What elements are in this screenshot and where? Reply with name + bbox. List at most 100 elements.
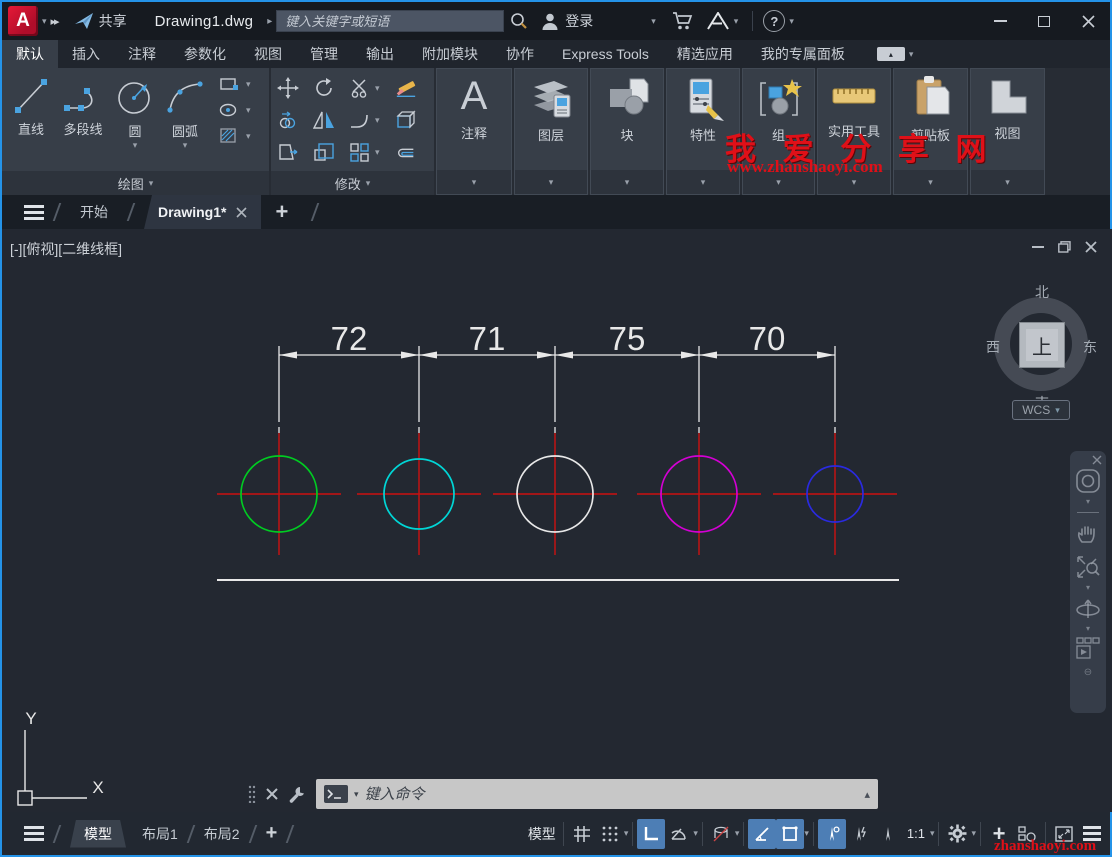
modify-panel-footer[interactable]: 修改▾ xyxy=(271,171,434,195)
drawing-canvas[interactable]: [-][俯视][二维线框] 北 西 东 南 上 WCS ▾ xyxy=(4,229,1112,812)
app-menu-caret-icon[interactable]: ▾ xyxy=(42,16,47,27)
ribbon-tab-insert[interactable]: 插入 xyxy=(58,40,114,68)
explode-button[interactable] xyxy=(395,110,417,130)
array-button[interactable] xyxy=(349,142,371,162)
object-snap-toggle[interactable] xyxy=(776,819,804,849)
drawing1-tab[interactable]: Drawing1* xyxy=(144,195,261,229)
customization-plus-button[interactable]: + xyxy=(985,819,1013,849)
view-panel-expand[interactable]: ▾ xyxy=(971,170,1044,194)
autodesk-logo-icon[interactable] xyxy=(706,9,730,33)
ribbon-tab-annotate[interactable]: 注释 xyxy=(114,40,170,68)
polar-dropdown-icon[interactable]: ▾ xyxy=(693,828,698,839)
annotate-panel-expand[interactable]: ▾ xyxy=(437,170,511,194)
layout2-tab[interactable]: 布局2 xyxy=(204,824,240,844)
ellipse-dropdown-icon[interactable]: ▾ xyxy=(246,105,251,116)
utilities-panel-button[interactable]: 实用工具 ▾ xyxy=(817,68,891,195)
command-close-icon[interactable] xyxy=(266,788,278,800)
osnap-dropdown-icon[interactable]: ▾ xyxy=(804,828,809,839)
ortho-toggle[interactable] xyxy=(637,819,665,849)
block-panel-expand[interactable]: ▾ xyxy=(591,170,663,194)
model-layout-tab[interactable]: 模型 xyxy=(70,820,126,848)
hatch-dropdown-icon[interactable]: ▾ xyxy=(246,131,251,142)
view-panel-button[interactable]: 视图 ▾ xyxy=(970,68,1045,195)
ribbon-tab-addins[interactable]: 附加模块 xyxy=(408,40,492,68)
utilities-panel-expand[interactable]: ▾ xyxy=(818,170,890,194)
close-tab-icon[interactable] xyxy=(236,207,247,218)
snap-toggle[interactable] xyxy=(596,819,624,849)
customize-statusbar-icon[interactable] xyxy=(1078,819,1106,849)
start-tab[interactable]: 开始 xyxy=(80,202,108,222)
search-icon[interactable] xyxy=(510,9,528,33)
customize-wrench-icon[interactable] xyxy=(288,785,306,803)
search-input[interactable] xyxy=(276,10,504,32)
groups-panel-expand[interactable]: ▾ xyxy=(743,170,814,194)
cart-icon[interactable] xyxy=(672,9,694,33)
rectangle-button[interactable] xyxy=(218,74,240,94)
ribbon-tab-manage[interactable]: 管理 xyxy=(296,40,352,68)
scale-button[interactable] xyxy=(313,142,335,162)
ribbon-collapse-button[interactable]: ▴ ▾ xyxy=(877,40,918,68)
close-button[interactable] xyxy=(1066,6,1110,36)
signin-label[interactable]: 登录 xyxy=(565,11,593,31)
share-icon[interactable] xyxy=(74,9,94,33)
help-caret-icon[interactable]: ▾ xyxy=(789,16,794,27)
clipboard-panel-button[interactable]: 剪贴板 ▾ xyxy=(893,68,968,195)
annotation-scale-value[interactable]: 1:1 xyxy=(902,819,930,849)
draw-panel-footer[interactable]: 绘图▾ xyxy=(2,171,269,195)
isodraft-toggle[interactable] xyxy=(707,819,735,849)
user-avatar-icon[interactable] xyxy=(540,9,560,33)
share-label[interactable]: 共享 xyxy=(99,11,127,31)
model-space-toggle[interactable]: 模型 xyxy=(525,819,559,849)
polar-tracking-toggle[interactable] xyxy=(665,819,693,849)
layout-menu-icon[interactable] xyxy=(24,826,44,841)
arc-dropdown-icon[interactable]: ▾ xyxy=(183,140,188,151)
ribbon-tab-output[interactable]: 输出 xyxy=(352,40,408,68)
snap-dropdown-icon[interactable]: ▾ xyxy=(624,828,629,839)
trim-button[interactable] xyxy=(349,78,371,98)
ribbon-collapse-caret-icon[interactable]: ▾ xyxy=(909,49,914,60)
rectangle-dropdown-icon[interactable]: ▾ xyxy=(246,79,251,90)
minimize-button[interactable] xyxy=(978,6,1022,36)
clipboard-panel-expand[interactable]: ▾ xyxy=(894,170,967,194)
properties-panel-expand[interactable]: ▾ xyxy=(667,170,739,194)
layers-panel-expand[interactable]: ▾ xyxy=(515,170,587,194)
mirror-button[interactable] xyxy=(313,110,335,130)
command-prompt-icon[interactable] xyxy=(324,785,348,803)
isolate-objects-button[interactable] xyxy=(1013,819,1041,849)
annotation-visibility-toggle[interactable] xyxy=(818,819,846,849)
app-menu-button[interactable]: A xyxy=(8,6,38,36)
groups-panel-button[interactable]: 组 ▾ xyxy=(742,68,815,195)
fillet-button[interactable] xyxy=(349,110,371,130)
autodesk-caret-icon[interactable]: ▾ xyxy=(734,16,739,27)
ellipse-button[interactable] xyxy=(218,100,240,120)
help-icon[interactable]: ? xyxy=(763,10,785,32)
erase-button[interactable] xyxy=(395,78,417,98)
command-recent-icon[interactable]: ▾ xyxy=(354,789,359,800)
command-input-field[interactable]: ▾ ▴ xyxy=(316,779,878,809)
new-layout-button[interactable]: + xyxy=(266,822,278,845)
isodraft-dropdown-icon[interactable]: ▾ xyxy=(735,828,740,839)
quick-access-expand-icon[interactable]: ▸▸ xyxy=(51,9,58,33)
clean-screen-button[interactable] xyxy=(1050,819,1078,849)
command-dock-handle[interactable] xyxy=(238,778,316,810)
object-snap-tracking-toggle[interactable] xyxy=(748,819,776,849)
layout1-tab[interactable]: 布局1 xyxy=(142,824,178,844)
copy-button[interactable] xyxy=(277,110,299,130)
arc-button[interactable]: 圆弧 ▾ xyxy=(160,70,210,151)
fillet-dropdown-icon[interactable]: ▾ xyxy=(375,115,380,126)
grid-toggle[interactable] xyxy=(568,819,596,849)
array-dropdown-icon[interactable]: ▾ xyxy=(375,147,380,158)
annotate-panel-button[interactable]: A 注释 ▾ xyxy=(436,68,512,195)
hatch-button[interactable] xyxy=(218,126,240,146)
annotation-autoscale-toggle[interactable] xyxy=(846,819,874,849)
circle-button[interactable]: 圆 ▾ xyxy=(110,70,160,151)
command-line[interactable]: ▾ ▴ xyxy=(238,778,878,810)
polyline-button[interactable]: 多段线 xyxy=(56,70,110,151)
line-button[interactable]: 直线 xyxy=(6,70,56,151)
workspace-dropdown-icon[interactable]: ▾ xyxy=(971,828,976,839)
layers-panel-button[interactable]: 图层 ▾ xyxy=(514,68,588,195)
move-button[interactable] xyxy=(277,78,299,98)
circle-dropdown-icon[interactable]: ▾ xyxy=(133,140,138,151)
block-panel-button[interactable]: 块 ▾ xyxy=(590,68,664,195)
annotation-scale-button[interactable] xyxy=(874,819,902,849)
